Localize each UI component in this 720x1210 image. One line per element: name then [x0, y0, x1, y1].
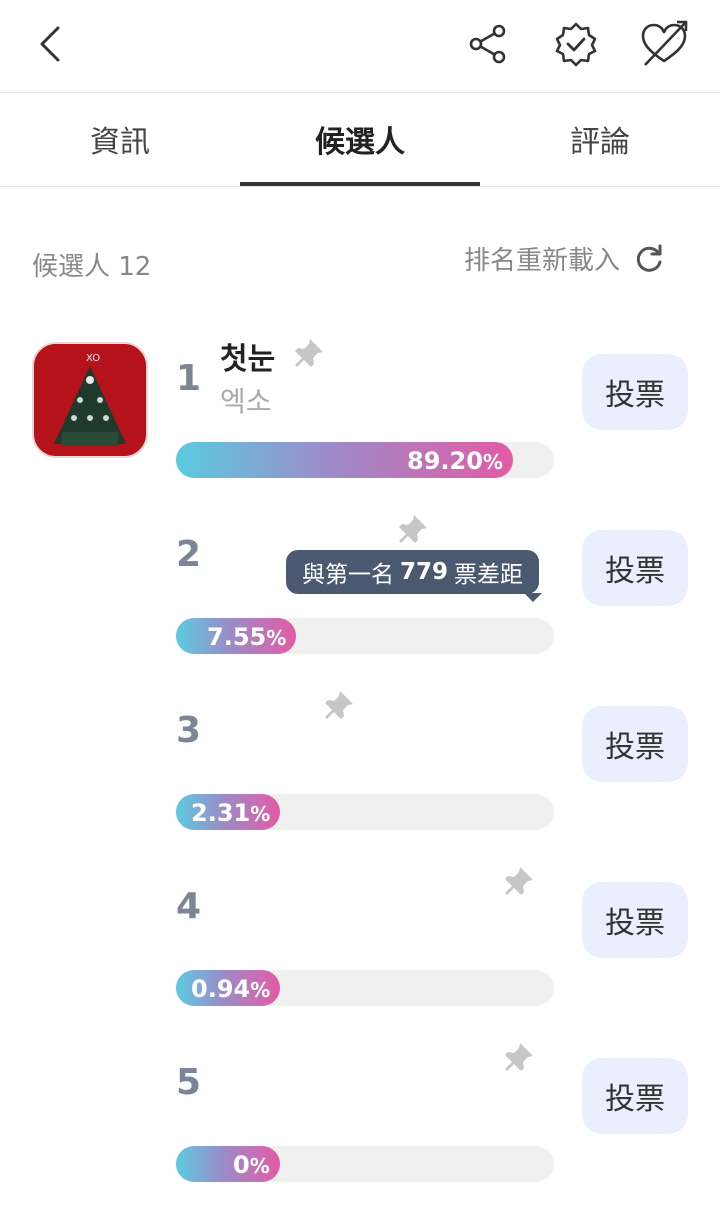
- rank-number: 3: [176, 710, 202, 751]
- vote-progress-track: 7.55%: [176, 618, 554, 654]
- pin-icon[interactable]: [502, 864, 536, 898]
- song-title: 첫눈: [220, 342, 276, 377]
- share-button[interactable]: [460, 16, 516, 72]
- vote-button[interactable]: 投票: [582, 530, 688, 606]
- candidate-row: XO 1 첫눈 엑소 89.20% 投票: [0, 330, 720, 506]
- active-tab-indicator: [240, 182, 480, 186]
- heart-arrow-icon: [641, 20, 688, 66]
- candidate-row: 5 0% 投票: [0, 1034, 720, 1210]
- artist-name: 엑소: [220, 385, 272, 418]
- rank-number: 1: [176, 358, 202, 399]
- vote-progress-track: 0%: [176, 1146, 554, 1182]
- tooltip-arrow: [524, 593, 542, 602]
- top-bar: [0, 0, 720, 93]
- pin-icon[interactable]: [502, 1040, 536, 1074]
- vote-button[interactable]: 投票: [582, 354, 688, 430]
- candidate-row: 4 0.94% 投票: [0, 858, 720, 1034]
- candidate-row: 2 7.55% 投票: [0, 506, 720, 682]
- share-icon: [469, 24, 506, 64]
- vote-gap-tooltip: 與第一名 779 票差距: [286, 550, 540, 594]
- pin-icon[interactable]: [292, 336, 326, 370]
- vote-button[interactable]: 投票: [582, 882, 688, 958]
- reload-ranking-label: 排名重新載入: [464, 246, 621, 276]
- rank-number: 4: [176, 886, 202, 927]
- rank-number: 5: [176, 1062, 202, 1103]
- verified-badge-icon: [555, 22, 597, 67]
- vote-percentage: 0%: [233, 1151, 270, 1179]
- refresh-icon: [636, 244, 662, 272]
- vote-button[interactable]: 投票: [582, 706, 688, 782]
- chevron-left-icon: [40, 26, 60, 62]
- candidate-row: 3 2.31% 投票: [0, 682, 720, 858]
- pin-icon[interactable]: [322, 688, 356, 722]
- vote-percentage: 7.55%: [207, 623, 287, 651]
- verified-badge-button[interactable]: [548, 16, 604, 72]
- vote-progress-track: 0.94%: [176, 970, 554, 1006]
- tab-bar: 資訊 候選人 評論: [0, 92, 720, 187]
- back-button[interactable]: [24, 16, 80, 72]
- vote-progress-track: 89.20%: [176, 442, 554, 478]
- vote-button[interactable]: 投票: [582, 1058, 688, 1134]
- album-cover: XO: [32, 342, 148, 458]
- favorite-button[interactable]: [636, 16, 692, 72]
- vote-percentage: 89.20%: [407, 447, 503, 475]
- tab-candidates[interactable]: 候選人: [240, 92, 480, 186]
- tab-comments[interactable]: 評論: [480, 92, 720, 186]
- pin-icon[interactable]: [396, 512, 430, 546]
- vote-percentage: 2.31%: [191, 799, 271, 827]
- tab-info[interactable]: 資訊: [0, 92, 240, 186]
- vote-progress-track: 2.31%: [176, 794, 554, 830]
- svg-text:XO: XO: [86, 353, 100, 364]
- candidate-count: 候選人 12: [32, 252, 152, 282]
- rank-number: 2: [176, 534, 202, 575]
- reload-ranking-button[interactable]: 排名重新載入: [464, 240, 666, 277]
- vote-percentage: 0.94%: [191, 975, 271, 1003]
